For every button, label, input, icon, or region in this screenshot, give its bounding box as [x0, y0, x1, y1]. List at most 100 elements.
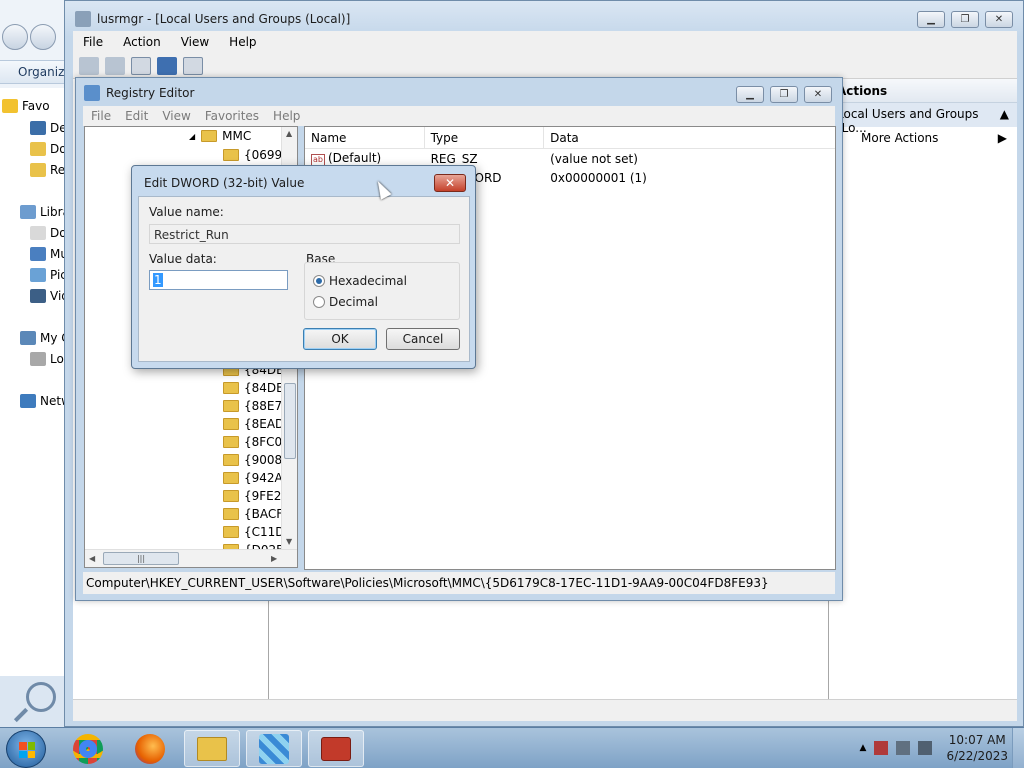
file-explorer-icon — [197, 736, 227, 761]
regedit-menu-help[interactable]: Help — [273, 109, 300, 123]
folder-icon — [223, 418, 239, 430]
regedit-minimize-button[interactable]: ▁ — [736, 86, 764, 103]
ok-button[interactable]: OK — [303, 328, 377, 350]
library-icon — [20, 205, 36, 219]
pictures-icon — [30, 268, 46, 282]
start-button[interactable] — [6, 730, 46, 768]
scroll-thumb[interactable]: ||| — [103, 552, 179, 565]
lusrmgr-menubar: File Action View Help — [73, 31, 1017, 53]
taskbar-chrome[interactable] — [60, 730, 116, 767]
windows-logo-icon — [19, 742, 35, 758]
show-hide-action-pane-icon[interactable] — [183, 56, 203, 75]
folder-icon — [223, 508, 239, 520]
help-icon[interactable] — [157, 56, 177, 75]
value-name-label: Value name: — [149, 205, 224, 219]
actions-pane: Actions Local Users and Groups (Lo... ▲ … — [833, 79, 1017, 699]
show-hide-tree-icon[interactable] — [131, 56, 151, 75]
chrome-icon — [73, 733, 103, 764]
taskbar-file-explorer[interactable] — [184, 730, 240, 767]
folder-icon — [223, 436, 239, 448]
regedit-menu-edit[interactable]: Edit — [125, 109, 148, 123]
menu-file[interactable]: File — [83, 35, 103, 49]
forward-arrow-icon[interactable] — [105, 56, 125, 75]
music-icon — [30, 247, 46, 261]
cancel-button[interactable]: Cancel — [386, 328, 460, 350]
more-actions-item[interactable]: More Actions ▶ — [833, 127, 1017, 151]
value-data-label: Value data: — [149, 252, 217, 266]
collapse-icon[interactable]: ▲ — [1000, 107, 1009, 127]
star-icon — [2, 99, 18, 113]
folder-icon — [223, 149, 239, 161]
folder-icon — [30, 163, 46, 177]
network-status-icon[interactable] — [896, 741, 911, 755]
volume-muted-icon[interactable] — [918, 741, 933, 755]
show-desktop-button[interactable] — [1012, 728, 1024, 768]
document-icon — [30, 226, 46, 240]
close-button[interactable]: ✕ — [985, 11, 1013, 28]
users-icon — [75, 11, 91, 27]
action-center-icon[interactable] — [874, 741, 889, 755]
regedit-menu-file[interactable]: File — [91, 109, 111, 123]
column-type[interactable]: Type — [425, 127, 545, 148]
clock[interactable]: 10:07 AM 6/22/2023 — [946, 732, 1008, 764]
dialog-title: Edit DWORD (32-bit) Value — [144, 176, 305, 190]
radio-decimal[interactable]: Decimal — [313, 295, 378, 309]
column-name[interactable]: Name — [305, 127, 425, 148]
folder-icon — [223, 490, 239, 502]
regedit-titlebar[interactable]: Registry Editor — [76, 78, 842, 108]
regedit-menu-favorites[interactable]: Favorites — [205, 109, 259, 123]
column-data[interactable]: Data — [544, 127, 835, 148]
organize-button[interactable]: Organize — [0, 60, 72, 84]
network-icon — [20, 394, 36, 408]
radio-button[interactable] — [313, 296, 325, 308]
actions-subheader[interactable]: Local Users and Groups (Lo... ▲ — [833, 103, 1017, 135]
minimize-button[interactable]: ▁ — [917, 11, 945, 28]
menu-view[interactable]: View — [181, 35, 209, 49]
folder-icon — [223, 454, 239, 466]
expand-arrow-icon[interactable]: ◢ — [189, 132, 195, 141]
scroll-up-icon[interactable]: ▲ — [286, 129, 292, 138]
regedit-window-controls: ▁ ❐ ✕ — [736, 86, 832, 103]
folder-icon — [223, 382, 239, 394]
dialog-close-button[interactable]: ✕ — [434, 174, 466, 192]
taskbar-firefox[interactable] — [122, 730, 178, 767]
regedit-icon — [259, 733, 289, 764]
forward-button[interactable] — [29, 24, 56, 50]
actions-header: Actions — [833, 79, 1017, 103]
show-hidden-icons-icon[interactable]: ▲ — [860, 743, 867, 753]
toolbox-icon — [321, 736, 351, 761]
explorer-nav-pane: Favo De Do Re Libra Do Mu Pic Vid My C L… — [0, 88, 72, 688]
menu-action[interactable]: Action — [123, 35, 161, 49]
base-group: Hexadecimal Decimal — [304, 262, 460, 320]
taskbar-regedit[interactable] — [246, 730, 302, 767]
regedit-maximize-button[interactable]: ❐ — [770, 86, 798, 103]
scroll-right-icon[interactable]: ▶ — [271, 554, 277, 563]
folder-icon — [223, 526, 239, 538]
scroll-down-icon[interactable]: ▼ — [286, 537, 292, 546]
value-data-input[interactable]: 1 — [149, 270, 288, 290]
system-tray: ▲ 10:07 AM 6/22/2023 — [860, 732, 1008, 764]
maximize-button[interactable]: ❐ — [951, 11, 979, 28]
magnifier-icon — [26, 682, 56, 712]
back-arrow-icon[interactable] — [79, 56, 99, 75]
menu-help[interactable]: Help — [229, 35, 256, 49]
lusrmgr-statusbar — [73, 699, 1017, 721]
clock-date: 6/22/2023 — [946, 749, 1008, 763]
taskbar-computer-management[interactable] — [308, 730, 364, 767]
tree-horizontal-scrollbar[interactable]: ◀ ||| ▶ — [85, 549, 297, 567]
regedit-icon — [84, 85, 100, 101]
desktop-icon — [30, 121, 46, 135]
regedit-menu-view[interactable]: View — [162, 109, 190, 123]
drive-icon — [30, 352, 46, 366]
radio-hexadecimal[interactable]: Hexadecimal — [313, 274, 407, 288]
tree-node-mmc[interactable]: ◢ MMC — [189, 127, 251, 145]
regedit-close-button[interactable]: ✕ — [804, 86, 832, 103]
radio-button-selected[interactable] — [313, 275, 325, 287]
scroll-thumb[interactable] — [284, 383, 296, 459]
computer-icon — [20, 331, 36, 345]
window-title: lusrmgr - [Local Users and Groups (Local… — [97, 12, 351, 26]
dialog-body: Value name: Restrict_Run Value data: 1 B… — [138, 196, 470, 362]
firefox-icon — [135, 733, 165, 764]
scroll-left-icon[interactable]: ◀ — [89, 554, 95, 563]
back-button[interactable] — [2, 24, 28, 50]
